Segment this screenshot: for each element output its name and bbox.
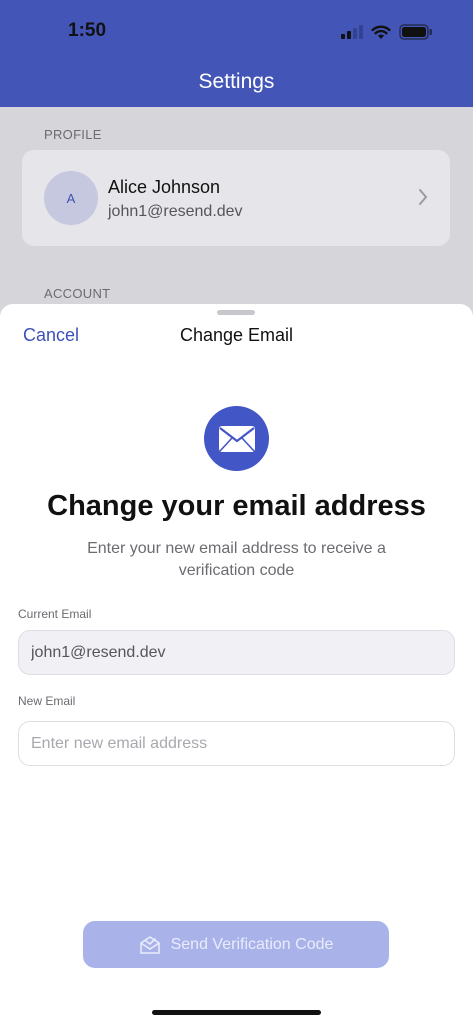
profile-email: john1@resend.dev bbox=[108, 203, 243, 220]
current-email-label: Current Email bbox=[18, 607, 92, 621]
envelope-icon bbox=[218, 425, 255, 452]
instruction-text: Enter your new email address to receive … bbox=[87, 540, 386, 579]
new-email-input[interactable] bbox=[18, 721, 455, 766]
profile-name: Alice Johnson bbox=[108, 177, 221, 197]
avatar: A bbox=[44, 171, 98, 225]
current-email-field bbox=[18, 630, 455, 675]
sheet-grabber[interactable] bbox=[217, 310, 255, 315]
envelope-icon-badge bbox=[204, 406, 269, 471]
envelope-open-icon bbox=[139, 935, 160, 954]
status-time: 1:50 bbox=[68, 20, 107, 41]
change-email-sheet: Cancel Change Email Change your email ad… bbox=[0, 304, 473, 1024]
profile-card[interactable]: A Alice Johnson john1@resend.dev bbox=[22, 150, 450, 246]
status-icons bbox=[341, 22, 433, 42]
page-title: Settings bbox=[198, 70, 275, 93]
wifi-icon bbox=[371, 25, 391, 39]
cancel-button[interactable]: Cancel bbox=[23, 325, 79, 346]
home-indicator bbox=[152, 1010, 321, 1015]
account-section-label: ACCOUNT bbox=[44, 286, 111, 301]
profile-section-label: PROFILE bbox=[44, 127, 102, 142]
new-email-label: New Email bbox=[18, 694, 76, 708]
navigation-bar: 1:50 Settings bbox=[0, 0, 473, 107]
send-button-label: Send Verification Code bbox=[170, 935, 334, 953]
send-verification-code-button[interactable]: Send Verification Code bbox=[83, 921, 389, 968]
headline: Change your email address bbox=[47, 490, 426, 522]
cellular-signal-icon bbox=[341, 25, 363, 39]
battery-icon bbox=[399, 24, 432, 40]
chevron-right-icon bbox=[419, 189, 427, 205]
